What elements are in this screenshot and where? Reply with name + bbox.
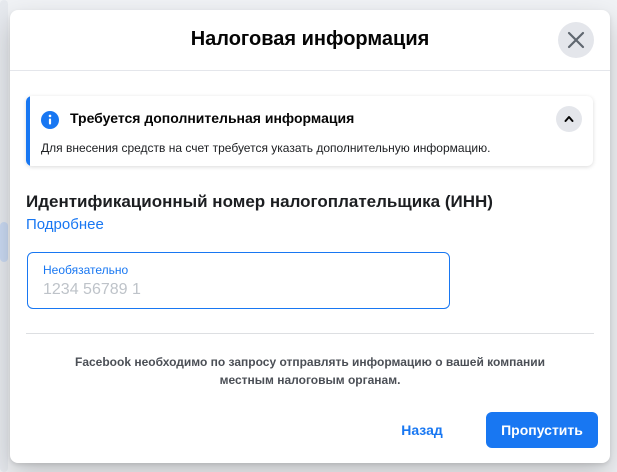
footer-note-line-1: Facebook необходимо по запросу отправлят…	[74, 355, 545, 369]
tax-id-input[interactable]	[43, 280, 433, 300]
close-button[interactable]	[558, 22, 594, 58]
footer-note: Facebook необходимо по запросу отправлят…	[40, 353, 580, 389]
background-page-edge	[0, 222, 8, 262]
notice-accent-bar	[26, 96, 30, 166]
info-icon	[41, 111, 59, 129]
notice-text: Для внесения средств на счет требуется у…	[41, 141, 491, 155]
learn-more-link[interactable]: Подробнее	[26, 216, 104, 233]
tax-id-label: Необязательно	[43, 263, 129, 277]
back-button[interactable]: Назад	[380, 412, 464, 448]
notice-title: Требуется дополнительная информация	[70, 110, 355, 126]
divider	[26, 333, 594, 334]
footer-note-line-2: местным налоговым органам.	[219, 373, 401, 387]
close-icon	[567, 31, 585, 49]
chevron-up-icon	[564, 116, 574, 122]
skip-button[interactable]: Пропустить	[486, 412, 598, 448]
info-notice: Требуется дополнительная информация Для …	[26, 96, 593, 166]
tax-id-field[interactable]: Необязательно	[27, 252, 450, 309]
tax-info-dialog: Налоговая информация Требуется дополните…	[10, 10, 610, 463]
tax-id-title: Идентификационный номер налогоплательщик…	[26, 192, 493, 211]
collapse-notice-button[interactable]	[556, 106, 582, 132]
dialog-header: Налоговая информация	[10, 10, 610, 71]
dialog-title: Налоговая информация	[190, 28, 430, 50]
